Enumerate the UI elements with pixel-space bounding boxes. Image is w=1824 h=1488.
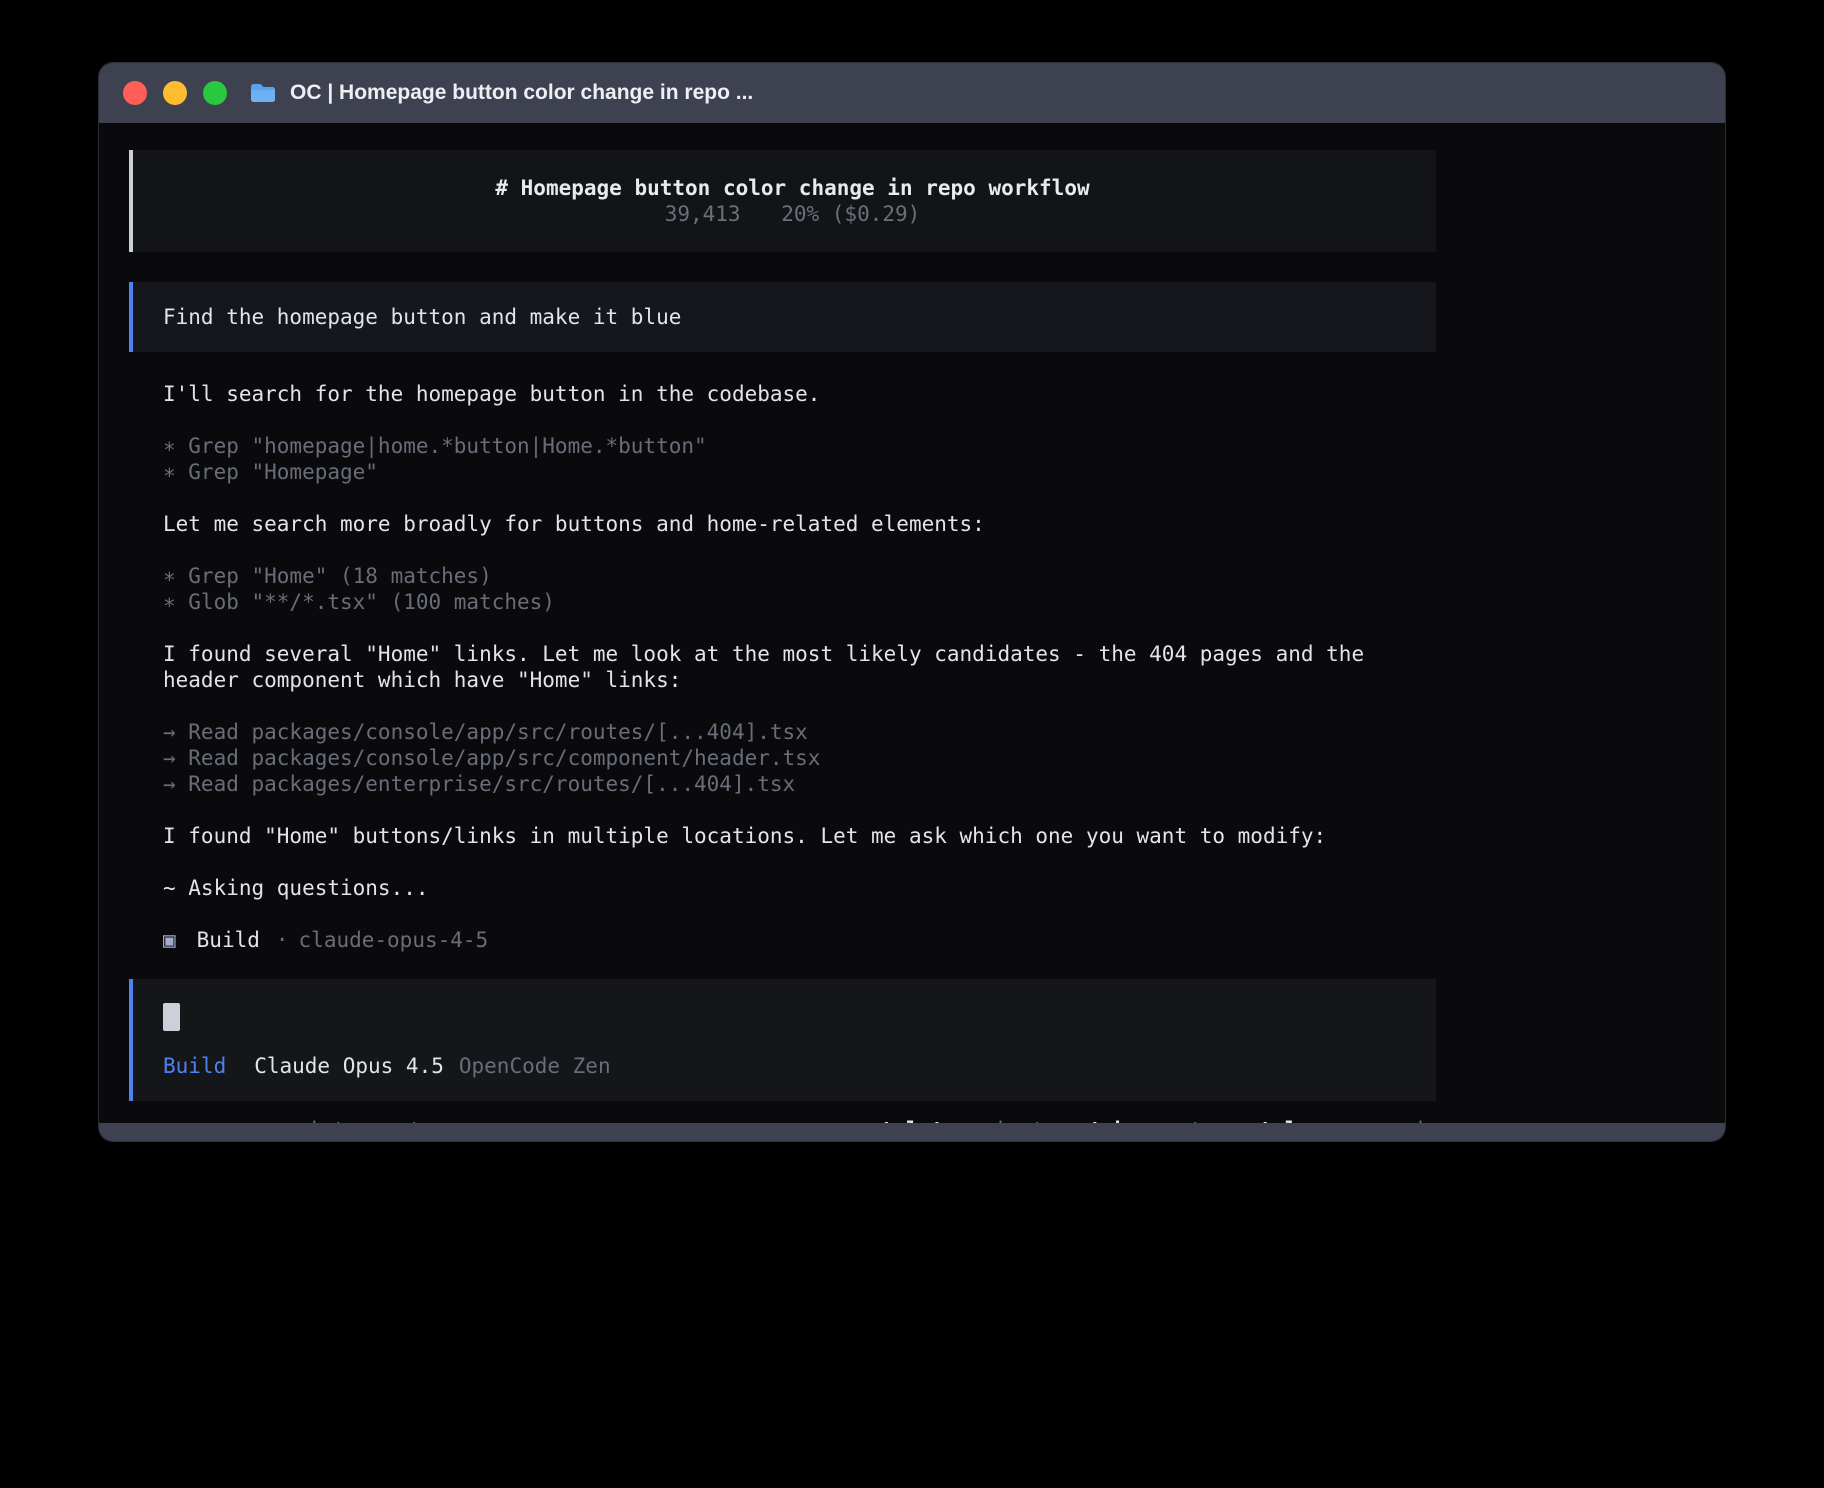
folder-icon xyxy=(249,82,277,104)
assistant-response: I'll search for the homepage button in t… xyxy=(129,381,1436,979)
user-message: Find the homepage button and make it blu… xyxy=(129,282,1436,352)
window-bottom-strip xyxy=(99,1123,1725,1141)
tool-call-group: ∗ Grep "Home" (18 matches) ∗ Glob "**/*.… xyxy=(163,563,555,615)
session-header: # Homepage button color change in repo w… xyxy=(129,150,1436,252)
close-window-button[interactable] xyxy=(123,81,147,105)
session-stats: 39,413 20% ($0.29) xyxy=(665,201,921,227)
agent-icon: ▣ xyxy=(163,927,176,953)
session-title: # Homepage button color change in repo w… xyxy=(495,175,1089,201)
read-tool-call: → Read packages/enterprise/src/routes/[.… xyxy=(163,771,820,797)
zoom-window-button[interactable] xyxy=(203,81,227,105)
grep-tool-call: ∗ Grep "Home" (18 matches) xyxy=(163,563,555,589)
minimize-window-button[interactable] xyxy=(163,81,187,105)
assistant-text: I found "Home" buttons/links in multiple… xyxy=(163,823,1326,849)
window-title: OC | Homepage button color change in rep… xyxy=(290,81,753,105)
separator-dot: · xyxy=(276,927,289,953)
text-cursor xyxy=(163,1003,180,1031)
agent-status-line: ▣ Build · claude-opus-4-5 xyxy=(163,927,488,953)
glob-tool-call: ∗ Glob "**/*.tsx" (100 matches) xyxy=(163,589,555,615)
assistant-text: I'll search for the homepage button in t… xyxy=(163,381,820,407)
terminal-content: # Homepage button color change in repo w… xyxy=(99,123,1725,1123)
read-tool-call: → Read packages/console/app/src/routes/[… xyxy=(163,719,820,745)
tool-call-group: → Read packages/console/app/src/routes/[… xyxy=(163,719,820,797)
status-line: ~ Asking questions... xyxy=(163,875,429,901)
assistant-text: Let me search more broadly for buttons a… xyxy=(163,511,985,537)
grep-tool-call: ∗ Grep "Homepage" xyxy=(163,459,707,485)
tool-call-group: ∗ Grep "homepage|home.*button|Home.*butt… xyxy=(163,433,707,485)
context-usage: 20% ($0.29) xyxy=(781,202,920,226)
grep-tool-call: ∗ Grep "homepage|home.*button|Home.*butt… xyxy=(163,433,707,459)
token-count: 39,413 xyxy=(665,202,741,226)
agent-model: claude-opus-4-5 xyxy=(299,927,489,953)
assistant-text: I found several "Home" links. Let me loo… xyxy=(163,641,1436,693)
active-agent: Build xyxy=(163,1053,226,1079)
traffic-lights xyxy=(123,81,227,105)
read-tool-call: → Read packages/console/app/src/componen… xyxy=(163,745,820,771)
model-provider: OpenCode Zen xyxy=(459,1053,611,1079)
prompt-input[interactable]: Build Claude Opus 4.5 OpenCode Zen xyxy=(129,979,1436,1101)
agent-name: Build xyxy=(197,927,260,953)
terminal-window: OC | Homepage button color change in rep… xyxy=(99,63,1725,1141)
active-model: Claude Opus 4.5 xyxy=(254,1053,444,1079)
user-message-text: Find the homepage button and make it blu… xyxy=(163,304,1406,330)
window-titlebar: OC | Homepage button color change in rep… xyxy=(99,63,1725,123)
window-title-group: OC | Homepage button color change in rep… xyxy=(249,81,753,105)
input-meta: Build Claude Opus 4.5 OpenCode Zen xyxy=(163,1053,1406,1079)
